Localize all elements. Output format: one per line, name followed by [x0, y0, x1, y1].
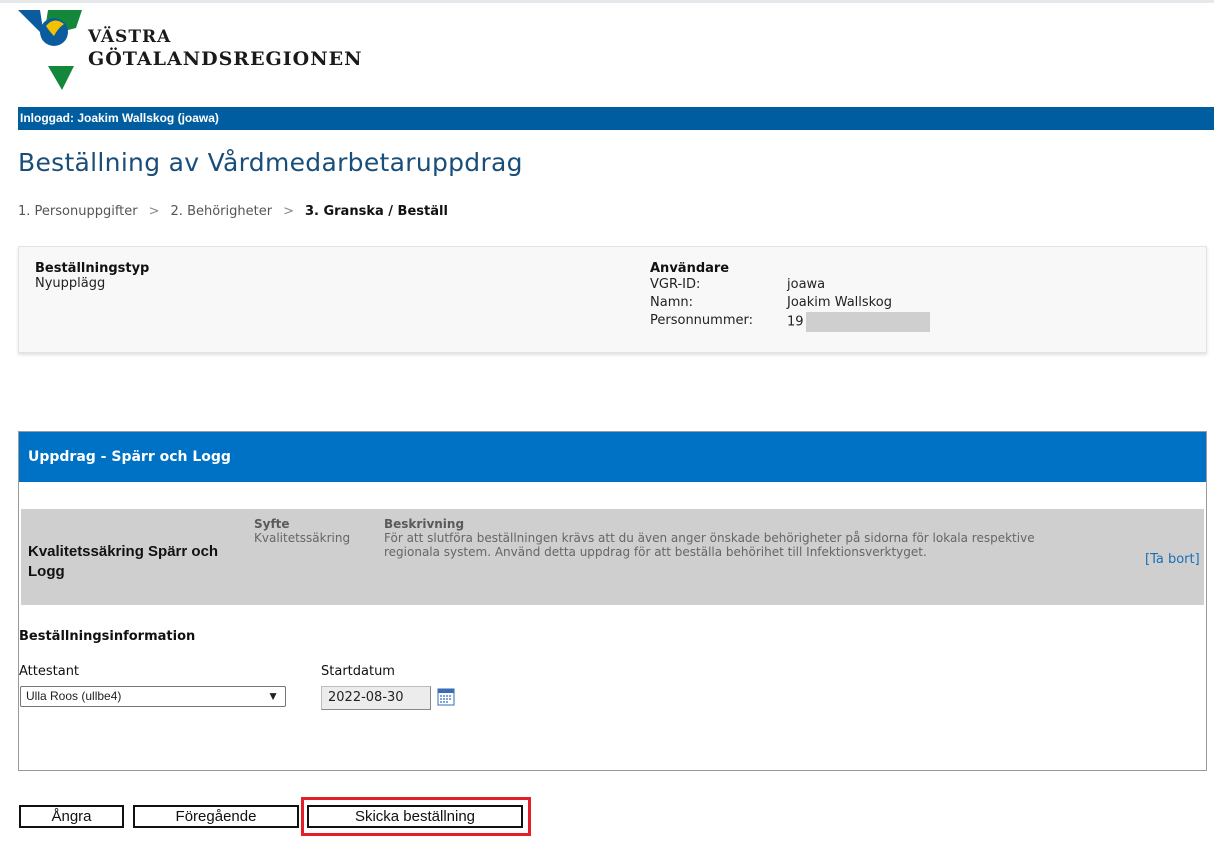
order-info-heading: Beställningsinformation: [19, 629, 196, 644]
assignment-panel: Uppdrag - Spärr och Logg Kvalitetssäkrin…: [18, 431, 1207, 771]
order-type-value: Nyupplägg: [35, 276, 106, 291]
page-title: Beställning av Vårdmedarbetaruppdrag: [18, 148, 523, 177]
vgr-logo: VÄSTRA GÖTALANDSREGIONEN: [18, 6, 418, 96]
attestant-selected-value: Ulla Roos (ullbe4): [26, 689, 122, 703]
send-order-button[interactable]: Skicka beställning: [307, 805, 523, 828]
logged-in-bar: Inloggad: Joakim Wallskog (joawa): [18, 107, 1214, 130]
logo-line-1: VÄSTRA: [88, 27, 172, 47]
vgr-id-row: VGR-ID: joawa: [650, 276, 930, 294]
personnummer-row: Personnummer: 19: [650, 312, 930, 332]
vgr-logo-text: VÄSTRA GÖTALANDSREGIONEN: [88, 26, 362, 70]
name-row: Namn: Joakim Wallskog: [650, 294, 930, 312]
user-section: Användare VGR-ID: joawa Namn: Joakim Wal…: [650, 261, 930, 332]
redacted-block: [805, 312, 930, 332]
purpose-value: Kvalitetssäkring: [254, 531, 351, 545]
chevron-down-icon: ▼: [267, 689, 279, 703]
previous-button[interactable]: Föregående: [133, 805, 299, 828]
attestant-label: Attestant: [19, 664, 80, 679]
user-heading: Användare: [650, 261, 730, 276]
breadcrumb-separator: >: [283, 204, 294, 219]
remove-assignment-link[interactable]: [Ta bort]: [1145, 552, 1200, 567]
purpose-label: Syfte: [254, 517, 290, 531]
name-label: Namn:: [650, 295, 693, 310]
assignment-name: Kvalitetssäkring Spärr och Logg: [28, 543, 219, 580]
undo-button[interactable]: Ångra: [19, 805, 124, 828]
start-date-label: Startdatum: [321, 664, 395, 679]
personnummer-prefix: 19: [787, 314, 804, 330]
breadcrumb-step-3-current: 3. Granska / Beställ: [304, 204, 448, 219]
calendar-icon[interactable]: [437, 688, 455, 706]
description-value: För att slutföra beställningen krävs att…: [384, 531, 1035, 559]
breadcrumb-step-2: 2. Behörigheter: [170, 204, 273, 219]
start-date-field[interactable]: 2022-08-30: [321, 686, 431, 710]
personnummer-value: 19: [787, 312, 930, 332]
vgr-logo-mark: [18, 10, 82, 90]
logo-line-2: GÖTALANDSREGIONEN: [88, 48, 363, 70]
assignment-description: Beskrivning För att slutföra beställning…: [384, 517, 1084, 559]
breadcrumb-separator: >: [148, 204, 160, 219]
top-divider: [0, 0, 1214, 3]
description-label: Beskrivning: [384, 517, 465, 531]
attestant-select[interactable]: Ulla Roos (ullbe4) ▼: [20, 686, 286, 707]
assignment-row: Kvalitetssäkring Spärr och Logg Syfte Kv…: [21, 509, 1204, 605]
name-value: Joakim Wallskog: [787, 295, 892, 310]
order-type-heading: Beställningstyp: [35, 261, 150, 276]
breadcrumb: 1. Personuppgifter >2. Behörigheter >3. Gr…: [18, 204, 448, 219]
vgr-id-label: VGR-ID:: [650, 277, 701, 292]
assignment-panel-header: Uppdrag - Spärr och Logg: [19, 432, 1206, 482]
assignment-purpose: Syfte Kvalitetssäkring: [254, 517, 350, 545]
breadcrumb-step-1: 1. Personuppgifter: [18, 204, 138, 219]
order-summary: Beställningstyp Nyupplägg Användare VGR-…: [18, 246, 1207, 353]
order-type-section: Beställningstyp Nyupplägg: [35, 261, 149, 291]
vgr-id-value: joawa: [787, 277, 826, 292]
personnummer-label: Personnummer:: [650, 313, 753, 328]
